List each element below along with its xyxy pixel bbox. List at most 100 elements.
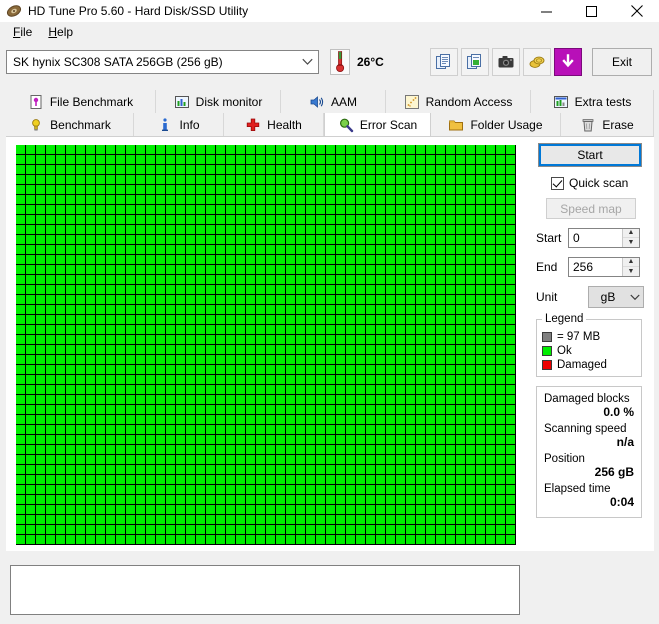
toolbar: SK hynix SC308 SATA 256GB (256 gB) 26°C [0,44,659,86]
tab-folder-usage[interactable]: Folder Usage [431,113,561,136]
unit-select[interactable]: gB [588,286,644,308]
scan-block [206,355,216,365]
scan-block [216,205,226,215]
copy-image-icon[interactable] [461,48,489,76]
scan-block [106,535,116,545]
scan-block [506,465,516,475]
tab-benchmark[interactable]: Benchmark [6,113,134,136]
start-spin-up-icon[interactable]: ▲ [623,229,639,238]
tab-aam[interactable]: AAM [281,90,386,113]
scan-block [316,205,326,215]
end-spin-down-icon[interactable]: ▼ [623,267,639,276]
scan-block [296,265,306,275]
scan-block [446,515,456,525]
scan-block [366,245,376,255]
end-field-value[interactable]: 256 [569,258,622,276]
tab-extra-tests[interactable]: Extra tests [531,90,654,113]
scan-block [96,385,106,395]
scan-block [86,455,96,465]
tab-info[interactable]: Info [134,113,224,136]
scan-block [306,505,316,515]
window-controls [524,0,659,22]
scan-block [466,235,476,245]
scan-block [266,205,276,215]
scan-block [36,145,46,155]
scan-block [16,155,26,165]
menu-help[interactable]: Help [40,23,81,41]
scan-block [166,425,176,435]
scan-block [266,515,276,525]
scan-block [36,415,46,425]
scan-block [76,305,86,315]
scan-block [486,335,496,345]
coins-icon[interactable] [523,48,551,76]
scan-block [76,165,86,175]
scan-block [216,465,226,475]
scan-block [486,435,496,445]
close-button[interactable] [614,0,659,22]
scan-block [496,265,506,275]
scan-block [256,425,266,435]
scan-block [436,215,446,225]
scan-block [16,215,26,225]
scan-block [256,435,266,445]
log-output[interactable] [10,565,520,615]
start-spinner[interactable]: 0 ▲ ▼ [568,227,640,248]
scan-block [156,515,166,525]
scan-block [426,285,436,295]
minimize-button[interactable] [524,0,569,22]
end-spin-up-icon[interactable]: ▲ [623,258,639,267]
copy-icon[interactable] [430,48,458,76]
scan-block [346,535,356,545]
tab-health[interactable]: Health [224,113,324,136]
download-arrow-icon[interactable] [554,48,582,76]
maximize-button[interactable] [569,0,614,22]
scan-block [226,335,236,345]
scan-block [226,375,236,385]
scan-block [366,185,376,195]
scan-block [226,265,236,275]
scan-block [56,145,66,155]
end-spinner[interactable]: 256 ▲ ▼ [568,256,640,277]
scan-block [156,245,166,255]
start-field-value[interactable]: 0 [569,229,622,247]
scan-block [266,295,276,305]
start-button[interactable]: Start [538,143,642,167]
scan-block [306,235,316,245]
speed-map-button[interactable]: Speed map [546,198,636,219]
scan-block [356,425,366,435]
scan-block [356,195,366,205]
scan-block [376,465,386,475]
tab-error-scan[interactable]: Error Scan [324,113,431,136]
scan-block [466,195,476,205]
start-spinner-arrows[interactable]: ▲ ▼ [622,228,639,247]
stat-elapsed-time-value: 0:04 [609,495,634,509]
scan-block [16,525,26,535]
start-spin-down-icon[interactable]: ▼ [623,238,639,247]
tab-random-access[interactable]: Random Access [386,90,531,113]
exit-button[interactable]: Exit [592,48,652,76]
scan-block [186,265,196,275]
scan-block [126,445,136,455]
drive-select[interactable]: SK hynix SC308 SATA 256GB (256 gB) [6,50,319,74]
menu-file[interactable]: File [5,23,40,41]
scan-block [276,355,286,365]
end-spinner-arrows[interactable]: ▲ ▼ [622,257,639,276]
scan-block [446,395,456,405]
quick-scan-row[interactable]: Quick scan [551,176,644,190]
tab-erase[interactable]: Erase [561,113,654,136]
scan-block [106,485,116,495]
quick-scan-checkbox[interactable] [551,176,564,190]
scan-block [216,215,226,225]
scan-block [56,535,66,545]
tab-file-benchmark[interactable]: File Benchmark [6,90,156,113]
scan-block [166,365,176,375]
scan-block [446,195,456,205]
camera-icon[interactable] [492,48,520,76]
tab-disk-monitor[interactable]: Disk monitor [156,90,281,113]
scan-block [286,515,296,525]
stat-damaged-blocks-label: Damaged blocks [544,393,630,405]
scan-block [396,175,406,185]
scan-block-map[interactable] [16,145,516,545]
scan-block [36,525,46,535]
